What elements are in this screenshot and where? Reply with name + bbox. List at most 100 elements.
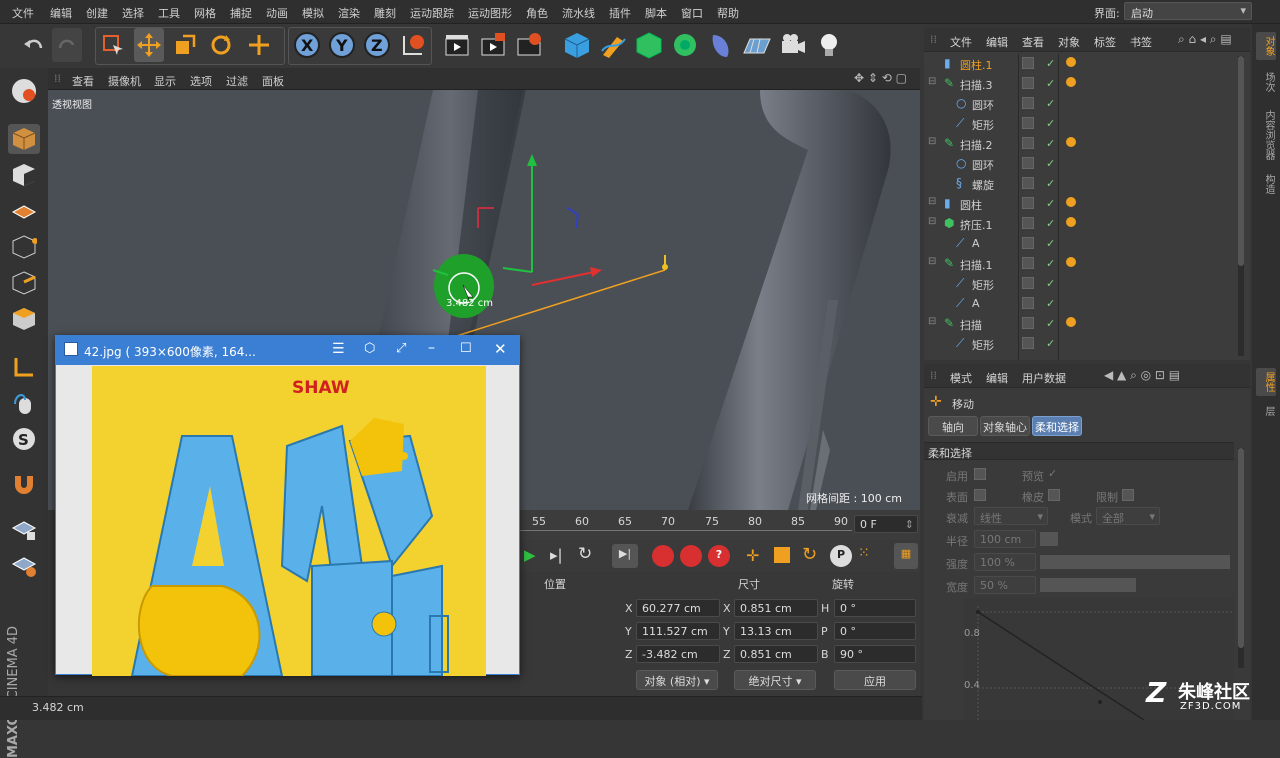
object-row[interactable]: ○ 圆环 ✓	[924, 154, 1250, 174]
editor-visibility-toggle[interactable]	[1022, 57, 1034, 69]
object-scrollbar[interactable]	[1238, 56, 1244, 356]
apply-button[interactable]: 应用	[834, 670, 916, 690]
scale-tool-icon[interactable]	[170, 28, 200, 62]
preview-check-icon[interactable]: ✓	[1048, 467, 1057, 480]
viewport-nav-icons[interactable]: ✥ ⇕ ⟲ ▢	[854, 71, 907, 85]
tab-objects[interactable]: 对象	[1256, 32, 1276, 60]
enabled-check-icon[interactable]: ✓	[1046, 97, 1055, 110]
tab-content-browser[interactable]: 内容浏览器	[1256, 106, 1276, 164]
tab-layers[interactable]: 层	[1256, 402, 1276, 420]
floor-icon[interactable]	[742, 28, 772, 62]
radius-slider[interactable]	[1040, 532, 1058, 546]
close-icon[interactable]: ✕	[494, 340, 507, 358]
object-row[interactable]: ⊟ ▮ 圆柱 ✓	[924, 194, 1250, 214]
falloff-dropdown[interactable]: 线性 ▾	[974, 507, 1048, 525]
editor-visibility-toggle[interactable]	[1022, 257, 1034, 269]
expand-icon[interactable]: ⊟	[928, 216, 936, 227]
radius-field[interactable]: 100 cm	[974, 530, 1036, 548]
transform-tool-icon[interactable]	[244, 28, 274, 62]
phong-tag-icon[interactable]	[1066, 57, 1076, 67]
polygons-mode-icon[interactable]	[8, 304, 40, 334]
current-frame-field[interactable]: 0 F ⇕	[854, 515, 918, 533]
workplane-icon[interactable]	[8, 196, 40, 226]
width-field[interactable]: 50 %	[974, 576, 1036, 594]
object-row[interactable]: § 螺旋 ✓	[924, 174, 1250, 194]
enabled-check-icon[interactable]: ✓	[1046, 277, 1055, 290]
step-forward-icon[interactable]: ▸|	[550, 546, 563, 564]
deformer-icon[interactable]	[706, 28, 736, 62]
size-y-field[interactable]: 13.13 cm	[734, 622, 818, 640]
auto-key-icon[interactable]	[680, 545, 702, 567]
tab-object-axis[interactable]: 对象轴心	[980, 416, 1030, 436]
menu-window[interactable]: 窗口	[681, 5, 703, 21]
fullscreen-icon[interactable]: ⤢	[396, 341, 406, 356]
menu-snap[interactable]: 捕捉	[230, 5, 252, 21]
key-pla-icon[interactable]: ⁙	[858, 545, 870, 561]
z-axis-lock-icon[interactable]: Z	[362, 28, 392, 62]
vp-menu-panel[interactable]: 面板	[262, 73, 284, 89]
tweak-mode-icon[interactable]	[8, 388, 40, 418]
texture-mode-icon[interactable]	[8, 160, 40, 190]
editor-visibility-toggle[interactable]	[1022, 77, 1034, 89]
menu-script[interactable]: 脚本	[645, 5, 667, 21]
phong-tag-icon[interactable]	[1066, 317, 1076, 327]
points-mode-icon[interactable]	[8, 232, 40, 262]
editor-visibility-toggle[interactable]	[1022, 197, 1034, 209]
live-select-icon[interactable]	[98, 28, 128, 62]
tab-attributes[interactable]: 属性	[1256, 368, 1276, 396]
menu-icon[interactable]: ☰	[332, 341, 345, 357]
image-viewer-window[interactable]: 42.jpg ( 393×600像素, 164... ☰ ⬡ ⤢ – ☐ ✕ S…	[55, 335, 520, 676]
rotate-tool-icon[interactable]	[206, 28, 236, 62]
menu-create[interactable]: 创建	[86, 5, 108, 21]
magnet-icon[interactable]	[8, 468, 40, 498]
vp-menu-display[interactable]: 显示	[154, 73, 176, 89]
menu-help[interactable]: 帮助	[717, 5, 739, 21]
make-editable-icon[interactable]	[8, 76, 40, 106]
object-row[interactable]: ⟋ A ✓	[924, 294, 1250, 314]
expand-icon[interactable]: ⊟	[928, 256, 936, 267]
pen-spline-icon[interactable]	[598, 28, 628, 62]
vp-menu-view[interactable]: 查看	[72, 73, 94, 89]
loop-icon[interactable]: ↻	[578, 544, 592, 564]
enabled-check-icon[interactable]: ✓	[1046, 177, 1055, 190]
enabled-check-icon[interactable]: ✓	[1046, 137, 1055, 150]
enabled-check-icon[interactable]: ✓	[1046, 57, 1055, 70]
enabled-check-icon[interactable]: ✓	[1046, 317, 1055, 330]
undo-button[interactable]	[18, 28, 48, 62]
object-row[interactable]: ⟋ 矩形 ✓	[924, 334, 1250, 354]
om-menu-edit[interactable]: 编辑	[986, 34, 1008, 50]
render-view-icon[interactable]	[442, 28, 472, 62]
phong-tag-icon[interactable]	[1066, 257, 1076, 267]
vp-menu-options[interactable]: 选项	[190, 73, 212, 89]
surface-checkbox[interactable]	[974, 489, 986, 501]
width-slider[interactable]	[1040, 578, 1136, 592]
menu-plugins[interactable]: 插件	[609, 5, 631, 21]
phong-tag-icon[interactable]	[1066, 217, 1076, 227]
menu-character[interactable]: 角色	[526, 5, 548, 21]
object-row[interactable]: ▮ 圆柱.1 ✓	[924, 54, 1250, 74]
editor-visibility-toggle[interactable]	[1022, 97, 1034, 109]
enabled-check-icon[interactable]: ✓	[1046, 257, 1055, 270]
tab-takes[interactable]: 场次	[1256, 68, 1276, 96]
enabled-check-icon[interactable]: ✓	[1046, 117, 1055, 130]
enable-axis-icon[interactable]	[8, 352, 40, 382]
pos-y-field[interactable]: 111.527 cm	[636, 622, 720, 640]
editor-visibility-toggle[interactable]	[1022, 337, 1034, 349]
expand-icon[interactable]: ⊟	[928, 316, 936, 327]
coord-mode-dropdown[interactable]: 对象 (相对) ▾	[636, 670, 718, 690]
object-row[interactable]: ⊟ ✎ 扫描.1 ✓	[924, 254, 1250, 274]
editor-visibility-toggle[interactable]	[1022, 217, 1034, 229]
key-param-icon[interactable]: P	[830, 545, 852, 567]
object-row[interactable]: ⟋ 矩形 ✓	[924, 114, 1250, 134]
minimize-icon[interactable]: –	[428, 340, 435, 356]
pos-x-field[interactable]: 60.277 cm	[636, 599, 720, 617]
expand-icon[interactable]: ⊟	[928, 136, 936, 147]
enabled-check-icon[interactable]: ✓	[1046, 237, 1055, 250]
rot-p-field[interactable]: 0 °	[834, 622, 916, 640]
strength-field[interactable]: 100 %	[974, 553, 1036, 571]
move-tool-icon[interactable]	[134, 28, 164, 62]
layout-dropdown[interactable]: 启动 ▾	[1124, 2, 1252, 20]
lock-workplane-icon[interactable]	[8, 514, 40, 544]
tab-structure[interactable]: 构造	[1256, 170, 1276, 198]
rubber-checkbox[interactable]	[1048, 489, 1060, 501]
